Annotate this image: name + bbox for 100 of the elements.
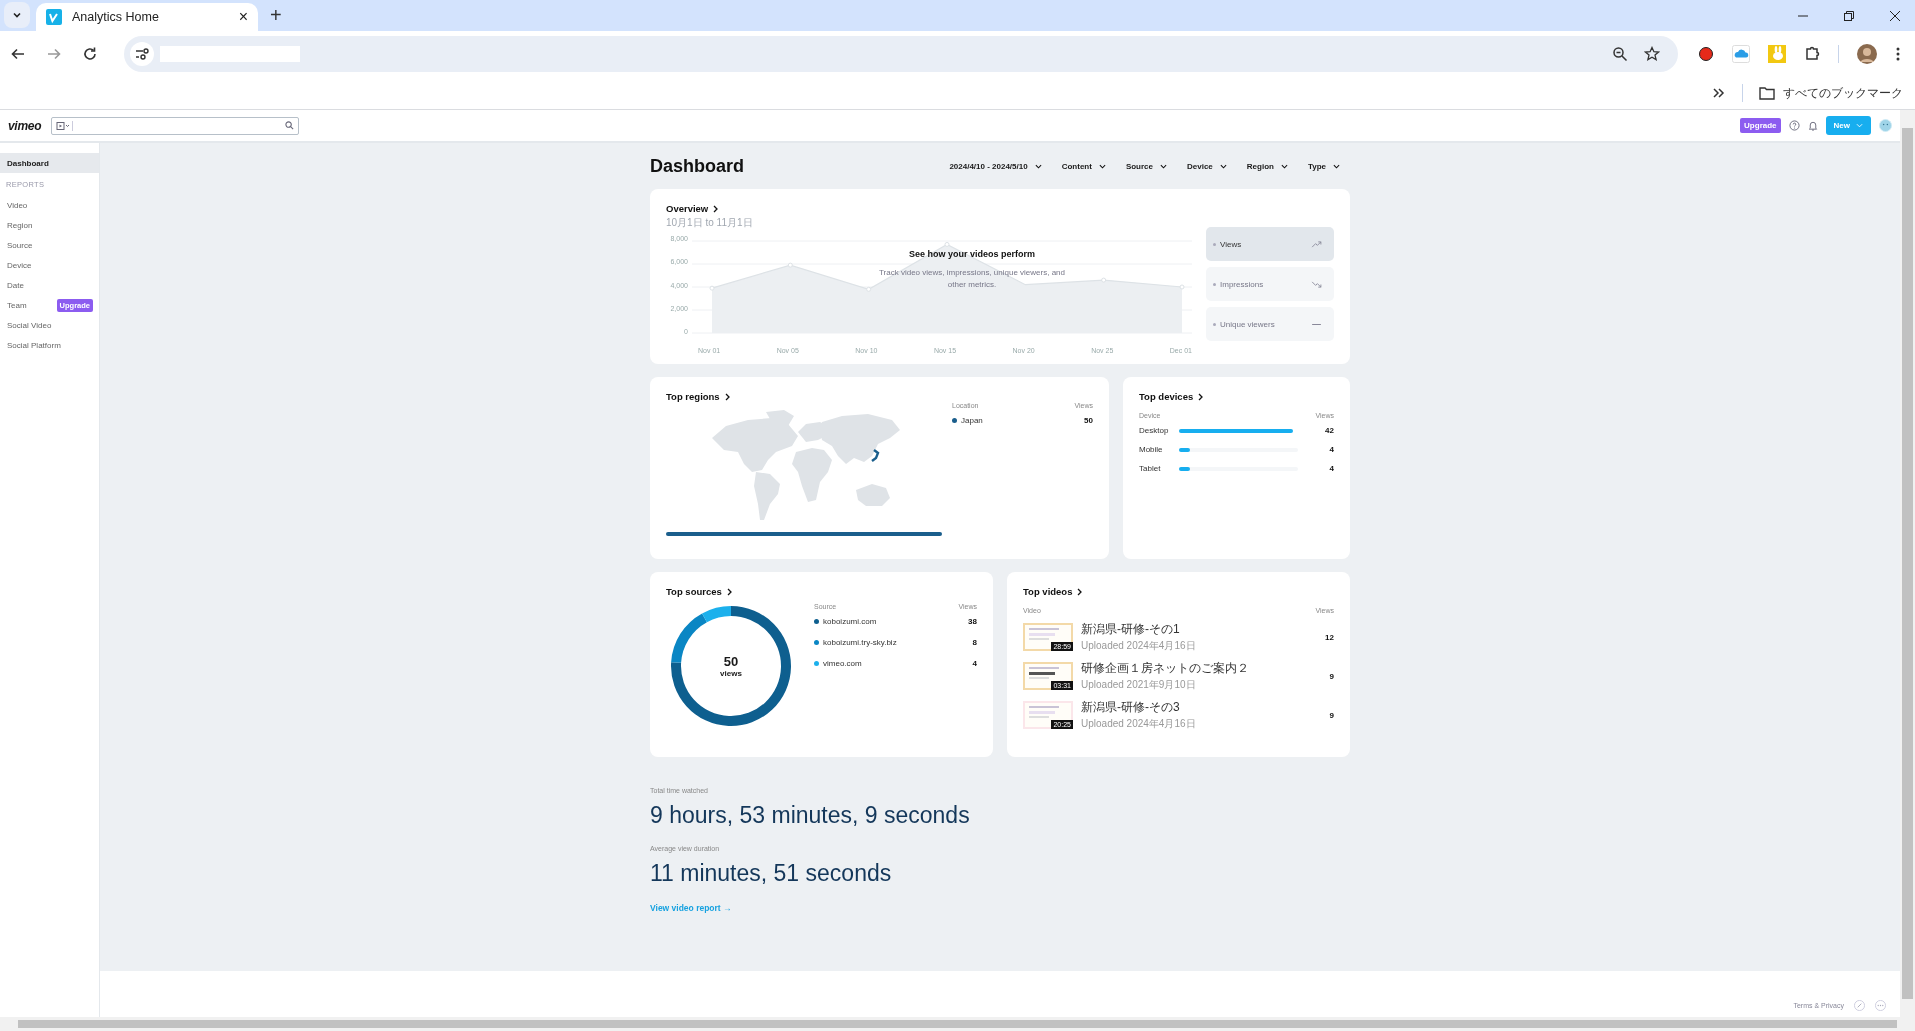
- forward-arrow-icon[interactable]: [46, 46, 62, 62]
- card-title-link[interactable]: Top devices: [1139, 391, 1204, 402]
- chevron-right-icon: [724, 392, 730, 401]
- all-bookmarks-button[interactable]: すべてのブックマーク: [1759, 84, 1903, 102]
- chevron-down-icon: [1160, 163, 1167, 169]
- chevron-down-icon: [1219, 163, 1227, 169]
- card-title-link[interactable]: Top sources: [666, 586, 732, 597]
- sidebar-item[interactable]: Social Platform: [0, 335, 99, 355]
- profile-avatar-icon[interactable]: [1857, 44, 1877, 64]
- data-point: [1101, 277, 1107, 283]
- filter-dropdown[interactable]: 2024/4/10 - 2024/5/10: [949, 161, 1042, 171]
- views-count: 9: [1329, 710, 1334, 720]
- double-chevron-icon[interactable]: [1712, 87, 1726, 99]
- region-name: Japan: [961, 416, 983, 425]
- filter-dropdown[interactable]: Region: [1246, 161, 1288, 171]
- card-title-link[interactable]: Top regions: [666, 391, 730, 402]
- bell-icon[interactable]: [1807, 120, 1818, 131]
- bullet-dot: [952, 418, 957, 423]
- close-icon[interactable]: [1889, 9, 1901, 22]
- sidebar-item[interactable]: Video: [0, 195, 99, 215]
- trend-up-icon: [1311, 240, 1322, 248]
- reload-icon[interactable]: [82, 46, 98, 62]
- filter-dropdown[interactable]: Source: [1125, 161, 1167, 171]
- metric-tab[interactable]: Views: [1206, 227, 1334, 261]
- filter-dropdown[interactable]: Content: [1061, 161, 1106, 171]
- data-point: [1179, 284, 1185, 290]
- upload-date: Uploaded 2024年4月16日: [1081, 717, 1197, 731]
- chevron-right-icon: [1077, 587, 1083, 596]
- restore-icon[interactable]: [1843, 9, 1855, 22]
- device-name: Tablet: [1139, 464, 1162, 473]
- puzzle-icon[interactable]: [1804, 46, 1820, 62]
- upload-date: Uploaded 2024年4月16日: [1081, 639, 1197, 653]
- search-icon[interactable]: [285, 121, 295, 130]
- new-tab-button[interactable]: +: [270, 4, 282, 27]
- chevron-right-icon: [713, 204, 719, 213]
- back-arrow-icon[interactable]: [10, 46, 26, 62]
- zoom-out-icon[interactable]: [1612, 46, 1628, 62]
- chevron-right-icon: [726, 587, 732, 596]
- metric-tab[interactable]: Impressions: [1206, 267, 1334, 301]
- page-title: Dashboard: [650, 155, 745, 177]
- horizontal-scrollbar[interactable]: [0, 1017, 1915, 1031]
- stat-value: 11 minutes, 51 seconds: [650, 860, 892, 887]
- upgrade-button[interactable]: Upgrade: [1740, 118, 1781, 133]
- stat-value: 9 hours, 53 minutes, 9 seconds: [650, 802, 970, 829]
- sidebar-item[interactable]: Source: [0, 235, 99, 255]
- tab-close-button[interactable]: ×: [238, 8, 248, 26]
- vertical-scrollbar[interactable]: [1900, 110, 1915, 1017]
- overlay-text: Track video views, impressions, unique viewers, and other metrics.: [878, 267, 1066, 291]
- folder-icon: [1759, 86, 1775, 100]
- views-count: 38: [968, 617, 977, 626]
- browser-tab[interactable]: Analytics Home ×: [36, 3, 258, 31]
- data-point: [944, 241, 950, 247]
- views-count: 4: [1329, 445, 1334, 454]
- overlay-title: See how your videos perform: [909, 249, 1035, 259]
- help-icon[interactable]: [1788, 120, 1800, 131]
- video-title[interactable]: 新潟県-研修-その3: [1081, 699, 1180, 716]
- device-name: Desktop: [1139, 426, 1170, 435]
- tab-title: Analytics Home: [72, 10, 160, 24]
- video-title[interactable]: 新潟県-研修-その1: [1081, 621, 1180, 638]
- sidebar-item[interactable]: Region: [0, 215, 99, 235]
- chevron-down-icon: [1098, 163, 1106, 169]
- bullet-dot: [1213, 242, 1216, 246]
- total-views-label: views: [720, 669, 742, 678]
- source-name: vimeo.com: [823, 659, 862, 668]
- sidebar-item[interactable]: Device: [0, 255, 99, 275]
- sidebar-item[interactable]: Social Video: [0, 315, 99, 335]
- card-title-link[interactable]: Top videos: [1023, 586, 1083, 597]
- chevron-down-icon: [1280, 163, 1288, 169]
- chevron-down-icon: [1333, 163, 1340, 169]
- video-title[interactable]: 研修企画１房ネットのご案内２: [1081, 660, 1249, 677]
- device-name: Mobile: [1139, 445, 1164, 454]
- total-views-number: 50: [723, 654, 739, 669]
- data-point: [866, 286, 872, 292]
- views-count: 12: [1325, 632, 1334, 642]
- filter-dropdown[interactable]: Device: [1187, 161, 1227, 171]
- star-icon[interactable]: [1644, 46, 1660, 62]
- data-point: [709, 285, 715, 291]
- video-filter-icon[interactable]: [56, 120, 71, 131]
- vimeo-logo[interactable]: vimeo: [8, 118, 42, 133]
- cloud-extension-icon[interactable]: [1732, 45, 1750, 63]
- filter-dropdown[interactable]: Type: [1307, 161, 1340, 171]
- more-vertical-icon[interactable]: [1895, 46, 1901, 62]
- site-settings-icon[interactable]: [130, 42, 154, 66]
- chevron-down-icon: [1856, 123, 1863, 128]
- views-count: 50: [1084, 416, 1093, 425]
- search-field[interactable]: [51, 116, 300, 135]
- bullet-dot: [1213, 282, 1216, 286]
- upload-date: Uploaded 2021年9月10日: [1081, 678, 1197, 692]
- views-count: 9: [1329, 671, 1334, 681]
- sidebar-item[interactable]: Dashboard: [0, 153, 99, 173]
- source-name: koboizumi.com: [823, 617, 877, 626]
- metric-tab[interactable]: Unique viewers: [1206, 307, 1334, 341]
- chevron-down-icon: [1034, 163, 1042, 169]
- views-count: 4: [972, 659, 977, 668]
- sidebar-item[interactable]: Date: [0, 275, 99, 295]
- record-extension-icon[interactable]: [1698, 46, 1714, 62]
- card-title-link[interactable]: Overview: [666, 203, 719, 214]
- v-logo-icon: [46, 9, 62, 25]
- bullet-dot: [1213, 322, 1216, 326]
- source-name: koboizumi.try-sky.biz: [823, 638, 897, 647]
